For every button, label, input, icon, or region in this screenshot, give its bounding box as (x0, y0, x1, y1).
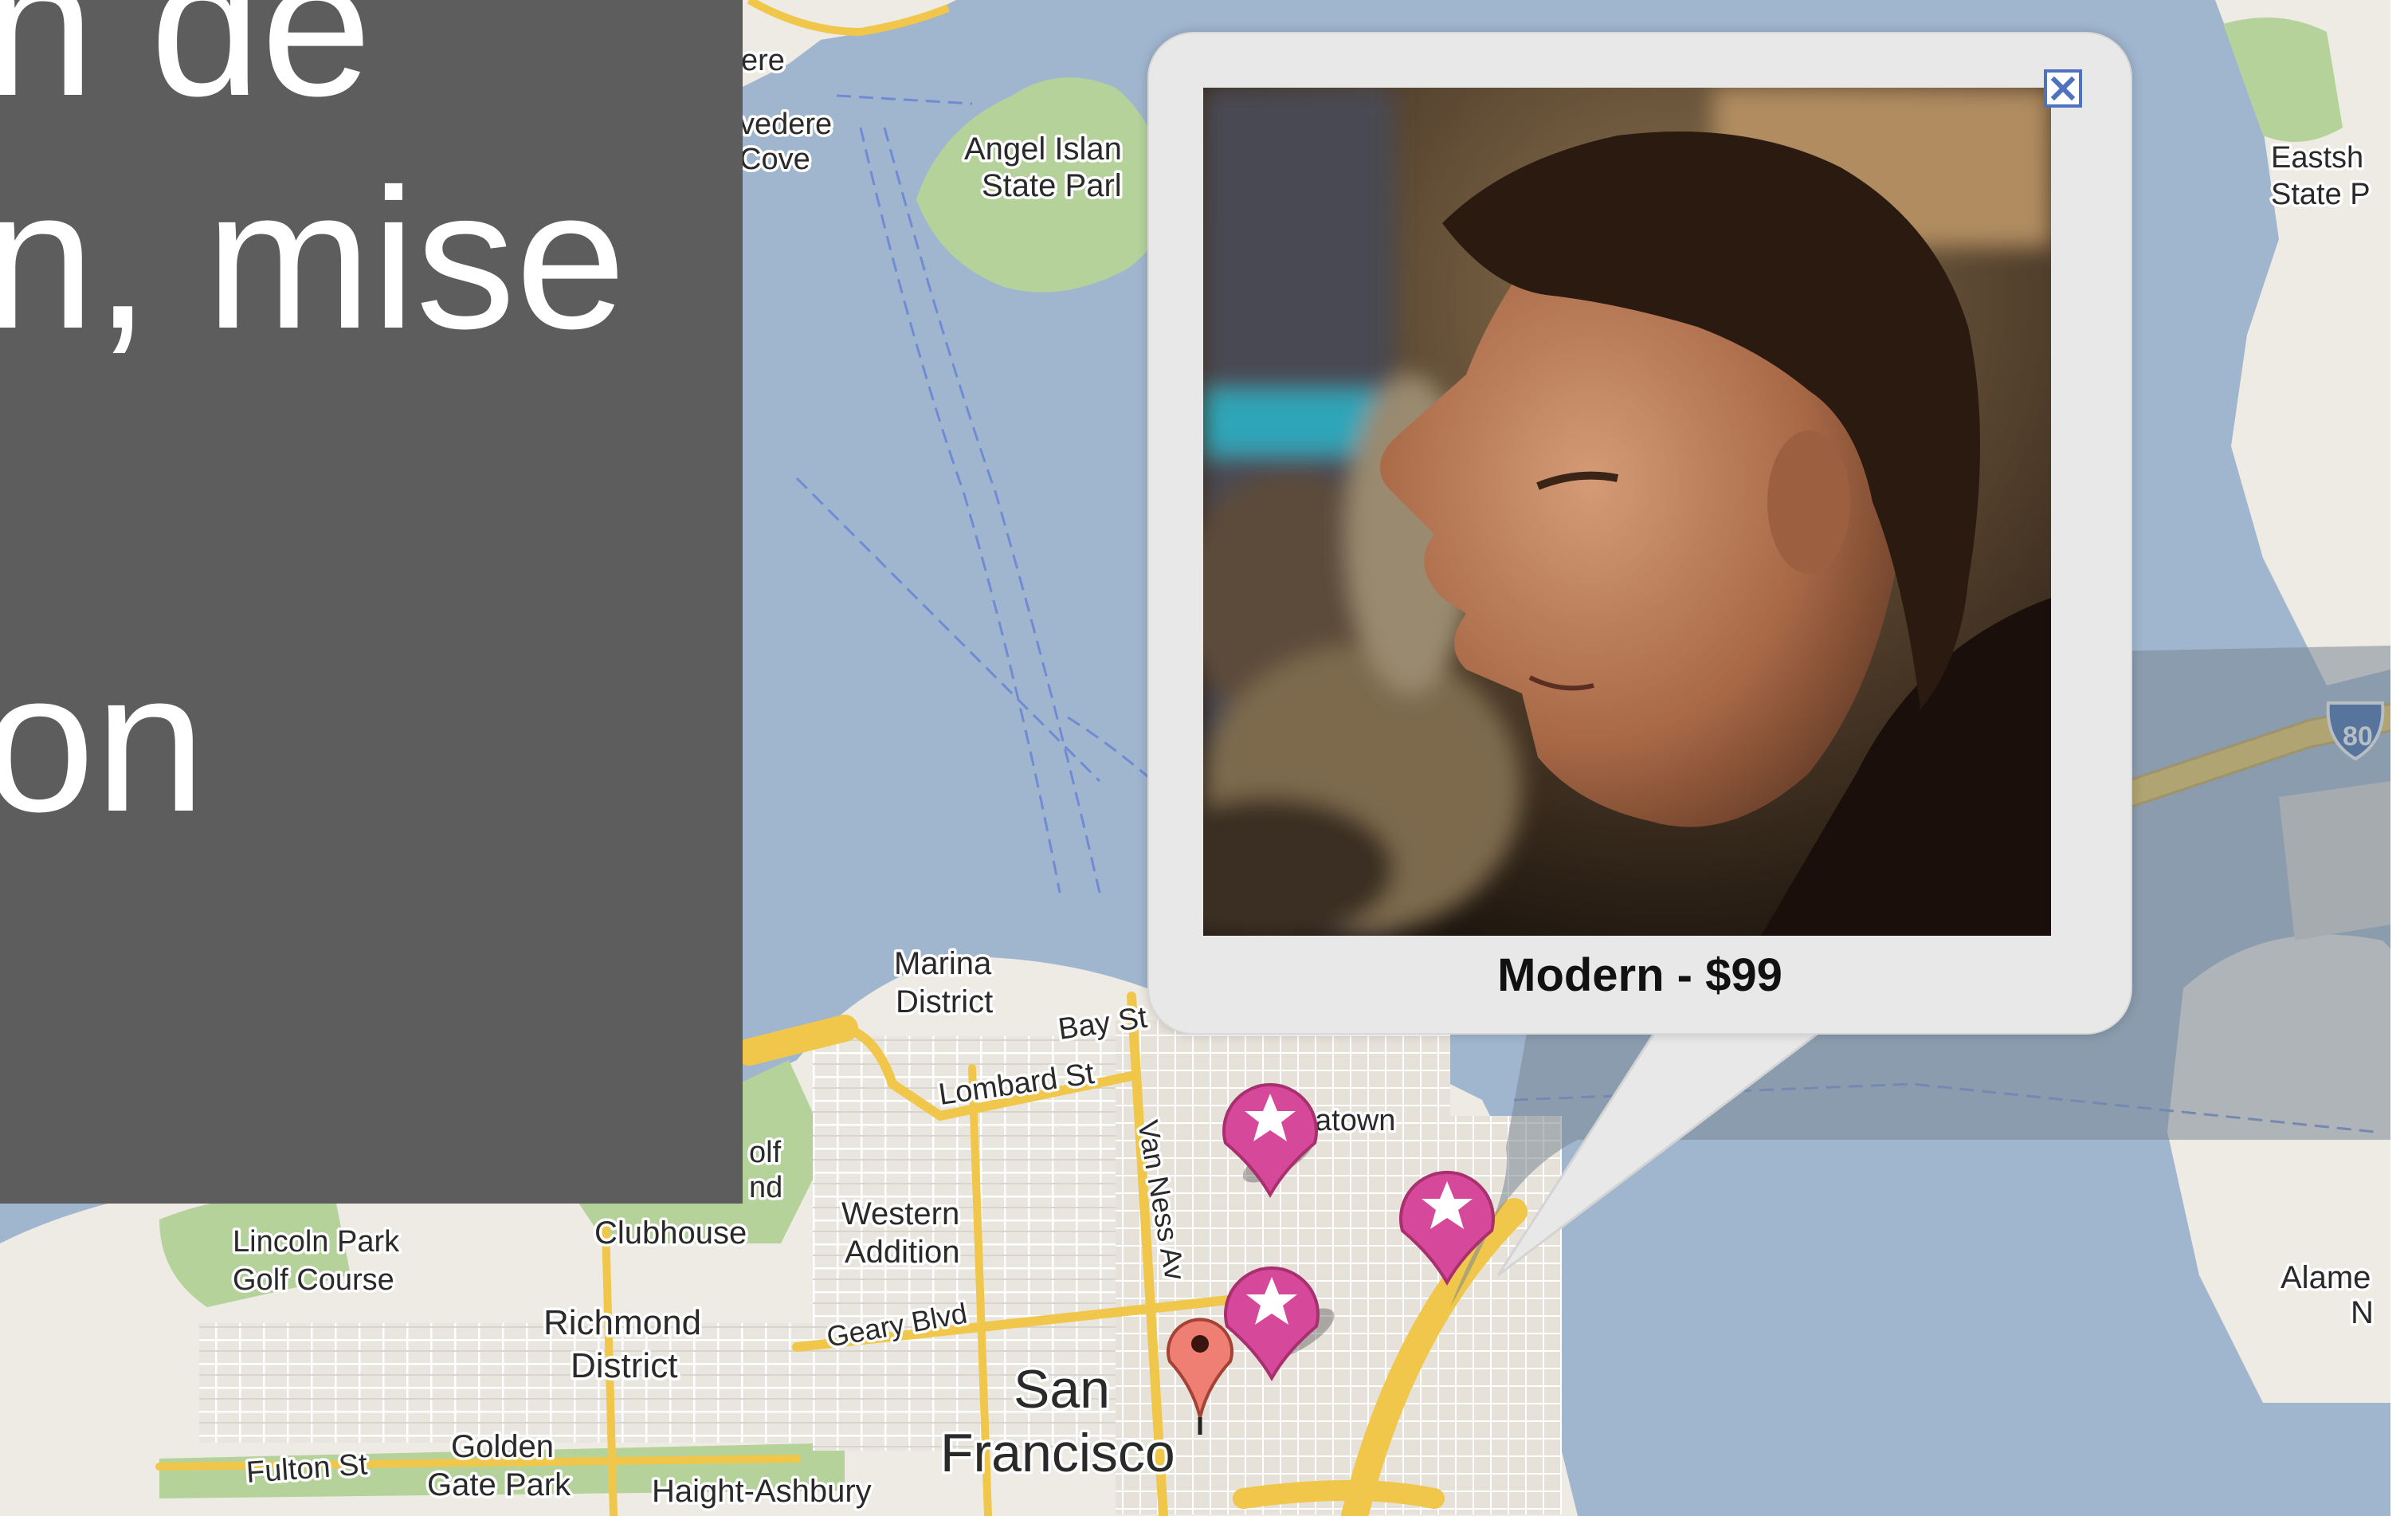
label-san-francisco-1: San (1014, 1359, 1110, 1420)
slide-text-line-1: n de (0, 0, 372, 137)
label-eastshore-1: Eastsh (2271, 141, 2363, 175)
info-window: Modern - $99 (1147, 32, 2132, 1035)
label-tiburon: ere (741, 44, 785, 77)
listing-caption: Modern - $99 (1497, 949, 1782, 1001)
listing-photo (1203, 88, 2051, 936)
close-icon[interactable] (2043, 69, 2083, 108)
label-eastshore-2: State P (2271, 178, 2371, 211)
label-san-francisco-2: Francisco (940, 1423, 1175, 1483)
label-richmond-2: District (571, 1346, 677, 1385)
page-right-margin (2390, 0, 2408, 1516)
slide-panel: n de n, mise on (0, 0, 743, 1204)
label-golf-2: nd (749, 1171, 782, 1204)
label-golf-1: olf (749, 1136, 782, 1169)
label-marina-1: Marina (894, 946, 992, 981)
label-angel-island-1: Angel Islan (964, 132, 1122, 167)
label-marina-2: District (896, 984, 993, 1019)
label-angel-island-2: State Parl (982, 168, 1122, 203)
label-golden-gate-2: Gate Park (427, 1467, 571, 1502)
label-richmond-1: Richmond (543, 1303, 701, 1342)
label-alameda-2: N (2351, 1295, 2374, 1330)
label-haight-ashbury: Haight-Ashbury (652, 1474, 872, 1509)
slide-text-line-2: n, mise (0, 147, 626, 370)
label-clubhouse: Clubhouse (594, 1216, 747, 1251)
label-belvedere-1: vedere (739, 108, 832, 141)
label-belvedere-2: Cove (739, 143, 810, 176)
label-western-addition-1: Western (841, 1196, 959, 1231)
street-grid-richmond (199, 1323, 821, 1443)
slide-text-line-4: on (0, 630, 206, 853)
label-chinatown: atown (1315, 1104, 1395, 1137)
label-golden-gate-1: Golden (451, 1429, 554, 1464)
label-western-addition-2: Addition (845, 1235, 960, 1270)
label-alameda-1: Alame (2281, 1260, 2371, 1295)
label-lincoln-park-1: Lincoln Park (233, 1225, 400, 1259)
label-lincoln-park-2: Golf Course (233, 1263, 394, 1297)
